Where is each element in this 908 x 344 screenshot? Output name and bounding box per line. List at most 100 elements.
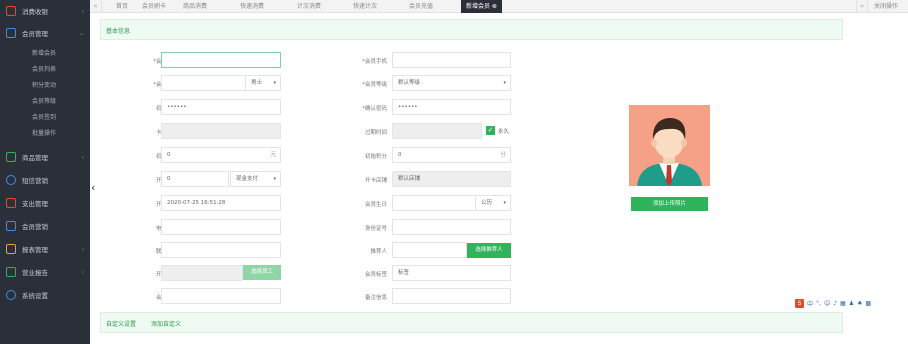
password-input[interactable]: •••••• <box>161 99 281 115</box>
open-date-input[interactable]: 2020-07-25 16:51:28 <box>161 195 281 211</box>
custom-fields-bar: 自定义设置 添加自定义 <box>100 312 843 333</box>
remark-input[interactable] <box>392 288 511 304</box>
sidebar-item-expense[interactable]: 支出管理 <box>0 194 90 212</box>
tab-goods-consume[interactable]: 商品消费 <box>183 0 207 13</box>
report-icon <box>6 244 16 254</box>
tab-next-button[interactable]: » <box>856 0 868 13</box>
member-avatar <box>629 105 710 186</box>
confirm-password-input[interactable]: •••••• <box>392 99 511 115</box>
avatar-person-icon <box>629 105 710 186</box>
select-referrer-button[interactable]: 选择推荐人 <box>467 243 511 258</box>
face-no-input[interactable] <box>161 123 281 139</box>
expire-label: 过期时间 <box>364 130 387 136</box>
card-no-input[interactable] <box>161 52 281 68</box>
sidebar-sub-points[interactable]: 积分变动 <box>32 80 56 89</box>
idcard-input[interactable] <box>392 219 511 235</box>
birthday-label: 会员生日 <box>364 202 387 208</box>
punctuation-icon[interactable]: °, <box>816 300 821 307</box>
sidebar-sub-level[interactable]: 会员等级 <box>32 96 56 105</box>
permanent-label: 永久 <box>498 129 510 135</box>
keyboard-icon[interactable]: ▦ <box>840 300 846 307</box>
tags-label: 会员标签 <box>364 272 387 278</box>
chevron-icon: ‹ <box>81 245 84 253</box>
close-operations-button[interactable]: 关闭操作 <box>874 0 898 13</box>
shop-label: 开卡店铺 <box>364 178 387 184</box>
phone-input[interactable] <box>392 52 511 68</box>
address-input[interactable] <box>161 242 281 258</box>
chevron-down-icon: ⌄ <box>78 29 84 37</box>
mic-icon[interactable]: ♪ <box>833 300 837 307</box>
phone-label: *会员手机 <box>362 59 387 65</box>
settings-icon <box>6 290 16 300</box>
tab-bar: « 首页 会员刷卡 商品消费 快速消费 计次消费 快速计次 会员充值 新增会员 … <box>90 0 908 13</box>
collapse-arrow-icon[interactable]: ‹ <box>91 181 95 194</box>
ime-mode-label[interactable]: 中 <box>807 299 813 308</box>
tab-add-member[interactable]: 新增会员 ⊗ <box>461 0 502 13</box>
ime-toolbar[interactable]: S 中 °, ☺ ♪ ▦ ♟ ♠ ▩ <box>795 299 871 308</box>
cashier-icon <box>6 6 16 16</box>
chart-icon <box>6 267 16 277</box>
upload-photo-button[interactable]: 添加上传照片 <box>631 197 708 211</box>
sidebar-sub-batch[interactable]: 批量操作 <box>32 128 56 137</box>
tab-count-consume[interactable]: 计次消费 <box>297 0 321 13</box>
sidebar-item-settings[interactable]: 系统设置 <box>0 286 90 304</box>
marketing-icon <box>6 221 16 231</box>
email-input[interactable] <box>161 219 281 235</box>
add-custom-link[interactable]: 添加自定义 <box>151 319 181 328</box>
caret-down-icon: ▾ <box>273 176 276 182</box>
note-input[interactable] <box>161 288 281 304</box>
pay-method-select[interactable]: 现金支付 ▾ <box>230 171 281 187</box>
select-staff-button[interactable]: 选择员工 <box>243 265 281 280</box>
custom-settings-link[interactable]: 自定义设置 <box>106 319 136 328</box>
tab-prev-button[interactable]: « <box>90 0 102 13</box>
sidebar-sub-add-member[interactable]: 新增会员 <box>32 48 56 57</box>
sidebar-item-sms[interactable]: 短信营销 <box>0 171 90 189</box>
gender-select[interactable]: 男士 ▾ <box>245 75 281 91</box>
tab-member-card[interactable]: 会员刷卡 <box>142 0 166 13</box>
permanent-checkbox[interactable]: ✓ <box>486 126 495 135</box>
expire-input[interactable] <box>392 123 482 139</box>
sidebar-item-marketing[interactable]: 会员营销 <box>0 217 90 235</box>
shop-input[interactable]: 默认店铺 <box>392 171 511 187</box>
sidebar-item-goods[interactable]: 商品管理 ‹ <box>0 148 90 166</box>
balance-input[interactable]: 0元 <box>161 147 281 163</box>
birthday-input[interactable] <box>392 195 476 211</box>
basic-info-header: 基本信息 <box>100 19 843 40</box>
idcard-label: 身份证号 <box>364 226 387 232</box>
grid-icon[interactable]: ▩ <box>866 300 872 307</box>
chevron-icon: ‹ <box>81 153 84 161</box>
level-select[interactable]: 默认等级 ▾ <box>392 75 511 91</box>
section-title: 基本信息 <box>106 28 131 35</box>
birthday-type-select[interactable]: 公历 ▾ <box>475 195 511 211</box>
caret-down-icon: ▾ <box>503 200 506 206</box>
member-icon <box>6 28 16 38</box>
staff-input[interactable] <box>161 265 243 281</box>
sms-icon <box>6 175 16 185</box>
confirm-password-label: *确认密码 <box>362 106 387 112</box>
tab-quick-count[interactable]: 快速计次 <box>353 0 377 13</box>
sidebar-item-cashier[interactable]: 消费收银 ‹ <box>0 2 90 20</box>
fee-input[interactable]: 0 <box>161 171 229 187</box>
tab-recharge[interactable]: 会员充值 <box>409 0 433 13</box>
referrer-label: 推荐人 <box>370 249 387 255</box>
tab-quick-consume[interactable]: 快速消费 <box>240 0 264 13</box>
sidebar-sub-member-list[interactable]: 会员列表 <box>32 64 56 73</box>
skin-icon[interactable]: ♠ <box>857 300 862 307</box>
user-icon[interactable]: ♟ <box>849 300 854 307</box>
emoji-icon[interactable]: ☺ <box>824 300 830 307</box>
remark-label: 备注信息 <box>364 295 387 301</box>
points-input[interactable]: 0分 <box>392 147 511 163</box>
referrer-input[interactable] <box>392 242 467 258</box>
main-content: 基本信息 ‹ *会员卡号 *会员手机 *会员姓名 男士▾ *会员等级 默认等级▾… <box>90 13 908 344</box>
sidebar-item-business[interactable]: 营业报告 ‹ <box>0 263 90 281</box>
sidebar-item-member[interactable]: 会员管理 ⌄ <box>0 24 90 42</box>
sidebar-sub-checkin[interactable]: 会员签到 <box>32 112 56 121</box>
caret-down-icon: ▾ <box>273 80 276 86</box>
expense-icon <box>6 198 16 208</box>
caret-down-icon: ▾ <box>503 80 506 86</box>
tab-home[interactable]: 首页 <box>116 0 128 13</box>
points-label: 初始积分 <box>364 154 387 160</box>
name-input[interactable] <box>161 75 246 91</box>
tags-input[interactable]: 标签 <box>392 265 511 281</box>
sidebar-item-report[interactable]: 报表管理 ‹ <box>0 240 90 258</box>
